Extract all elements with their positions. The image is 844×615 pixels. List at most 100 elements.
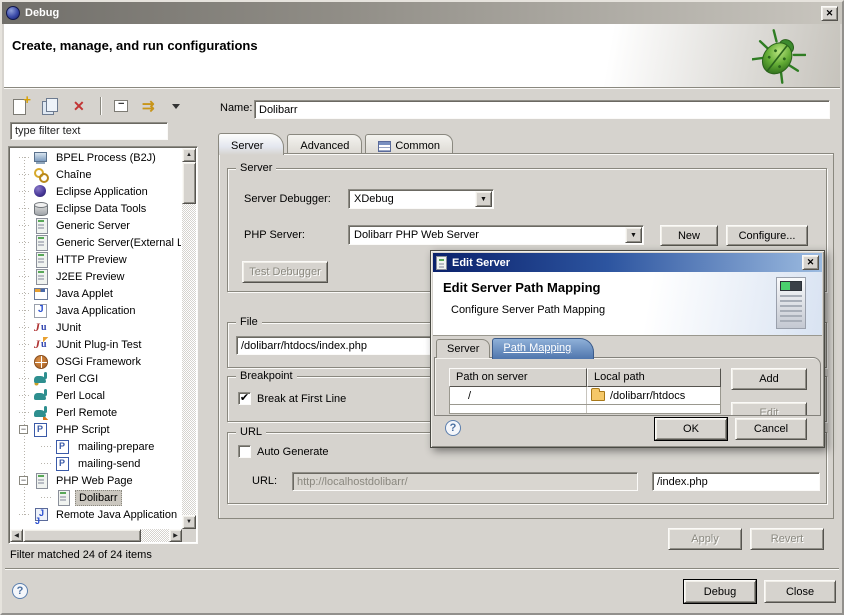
tree-item[interactable]: Eclipse Data Tools: [11, 200, 181, 217]
collapse-all-icon[interactable]: [111, 97, 131, 115]
tree-item[interactable]: mailing-send: [11, 455, 181, 472]
server-debugger-select[interactable]: XDebug ▼: [348, 189, 494, 209]
tree-item[interactable]: mailing-prepare: [11, 438, 181, 455]
tree-item[interactable]: Chaîne: [11, 166, 181, 183]
vertical-scroll-thumb[interactable]: [182, 162, 196, 204]
tree-item-label: Dolibarr: [75, 490, 122, 506]
tree-item[interactable]: JUnit: [11, 319, 181, 336]
tree-item[interactable]: Remote Java Application: [11, 506, 181, 523]
tree-item-label: Generic Server: [53, 219, 133, 233]
junit-plugin-icon: [33, 337, 50, 352]
dialog-tab-server-label: Server: [447, 343, 479, 355]
dialog-tab-server[interactable]: Server: [436, 339, 490, 358]
close-button[interactable]: Close: [764, 580, 836, 603]
help-icon[interactable]: ?: [12, 583, 28, 599]
revert-button: Revert: [750, 528, 824, 550]
tree-item[interactable]: Perl Remote: [11, 404, 181, 421]
server-debugger-value: XDebug: [354, 193, 394, 205]
scroll-up-icon[interactable]: ▲: [182, 148, 196, 162]
add-mapping-button[interactable]: Add: [731, 368, 807, 390]
perl-remote-icon: [33, 405, 50, 420]
php-server-label: PHP Server:: [244, 229, 305, 241]
tree-item[interactable]: Generic Server: [11, 217, 181, 234]
php-web-page-icon: [55, 490, 72, 505]
new-server-button[interactable]: New: [660, 225, 718, 246]
tree-item[interactable]: Java Application: [11, 302, 181, 319]
tree-rows: BPEL Process (B2J)Chaîne Eclipse Applicat…: [11, 149, 181, 528]
url-group-label: URL: [236, 426, 266, 438]
filter-input[interactable]: [10, 122, 168, 140]
horizontal-scroll-thumb[interactable]: [23, 529, 141, 542]
scroll-down-icon[interactable]: ▼: [182, 515, 196, 529]
revert-button-label: Revert: [771, 533, 803, 545]
column-header-path-on-server[interactable]: Path on server: [449, 368, 587, 387]
toolbar-menu-caret-icon[interactable]: [171, 97, 181, 115]
tree-item[interactable]: Generic Server(External La: [11, 234, 181, 251]
add-button-label: Add: [759, 373, 779, 385]
tree-item[interactable]: −PHP Web Page: [11, 472, 181, 489]
tree-connector: [19, 310, 31, 311]
tab-server-label: Server: [231, 140, 263, 152]
dialog-heading: Edit Server Path Mapping: [443, 280, 600, 295]
tree-item[interactable]: Perl CGI: [11, 370, 181, 387]
column-header-local-path[interactable]: Local path: [587, 368, 721, 387]
url-path-input[interactable]: [652, 472, 820, 491]
php-script-icon: [33, 422, 50, 437]
ok-button[interactable]: OK: [655, 418, 727, 440]
tab-advanced[interactable]: Advanced: [287, 134, 362, 154]
break-first-line-label: Break at First Line: [257, 393, 346, 405]
scroll-right-icon[interactable]: ▶: [169, 529, 182, 542]
new-configuration-icon[interactable]: [10, 97, 30, 115]
debug-button[interactable]: Debug: [684, 580, 756, 603]
configure-button-label: Configure...: [739, 230, 796, 242]
bug-graphic: [752, 28, 806, 84]
debug-window: Debug ✕ Create, manage, and run configur…: [0, 0, 844, 615]
close-button-label: Close: [786, 586, 814, 598]
tree-item-label: JUnit Plug-in Test: [53, 338, 144, 352]
tree-item[interactable]: HTTP Preview: [11, 251, 181, 268]
close-window-icon[interactable]: ✕: [821, 6, 838, 21]
tree-item[interactable]: JUnit Plug-in Test: [11, 336, 181, 353]
tree-item[interactable]: BPEL Process (B2J): [11, 149, 181, 166]
help-icon[interactable]: ?: [445, 420, 461, 436]
tree-item-label: PHP Script: [53, 423, 113, 437]
tree-item[interactable]: Eclipse Application: [11, 183, 181, 200]
configure-server-button[interactable]: Configure...: [726, 225, 808, 246]
name-input[interactable]: [254, 100, 830, 119]
tree-item[interactable]: − PHP Script: [11, 421, 181, 438]
tree-item[interactable]: Perl Local: [11, 387, 181, 404]
tree-item[interactable]: OSGi Framework: [11, 353, 181, 370]
tree-item[interactable]: Java Applet: [11, 285, 181, 302]
tree-item[interactable]: J2EE Preview: [11, 268, 181, 285]
tree-item-label: Generic Server(External La: [53, 236, 181, 250]
break-first-line-checkbox[interactable]: ✔: [238, 392, 251, 405]
dialog-tab-path-mapping[interactable]: Path Mapping: [492, 338, 594, 359]
collapse-toggle-icon[interactable]: −: [19, 476, 28, 485]
close-dialog-icon[interactable]: ✕: [802, 255, 819, 270]
tree-item-label: Eclipse Application: [53, 185, 151, 199]
tree-item-label: Eclipse Data Tools: [53, 202, 149, 216]
delete-icon[interactable]: [70, 97, 90, 115]
chevron-down-icon[interactable]: ▼: [625, 227, 642, 243]
tree-vertical-scrollbar[interactable]: ▲ ▼: [182, 148, 196, 529]
tab-common[interactable]: Common: [365, 134, 453, 154]
collapse-toggle-icon[interactable]: −: [19, 425, 28, 434]
php-server-select[interactable]: Dolibarr PHP Web Server ▼: [348, 225, 644, 245]
server-icon: [33, 252, 50, 267]
local-path-cell: /dolibarr/htdocs: [587, 387, 720, 404]
scroll-left-icon[interactable]: ◀: [10, 529, 23, 542]
cancel-button[interactable]: Cancel: [735, 418, 807, 440]
table-row[interactable]: //dolibarr/htdocs: [449, 387, 721, 405]
filter-status: Filter matched 24 of 24 items: [10, 549, 152, 561]
tab-server[interactable]: Server: [218, 133, 284, 155]
dialog-footer: ? OK Cancel: [433, 413, 822, 445]
tree-horizontal-scrollbar[interactable]: ◀ ▶: [10, 529, 182, 542]
chevron-down-icon[interactable]: ▼: [475, 191, 492, 207]
auto-generate-checkbox[interactable]: [238, 445, 251, 458]
filter-icon[interactable]: [141, 97, 161, 115]
tree-item-label: J2EE Preview: [53, 270, 127, 284]
tree-item[interactable]: Dolibarr: [11, 489, 181, 506]
checkmark-icon: ✔: [240, 393, 249, 404]
tree-item-label: BPEL Process (B2J): [53, 151, 159, 165]
duplicate-icon[interactable]: [40, 97, 60, 115]
